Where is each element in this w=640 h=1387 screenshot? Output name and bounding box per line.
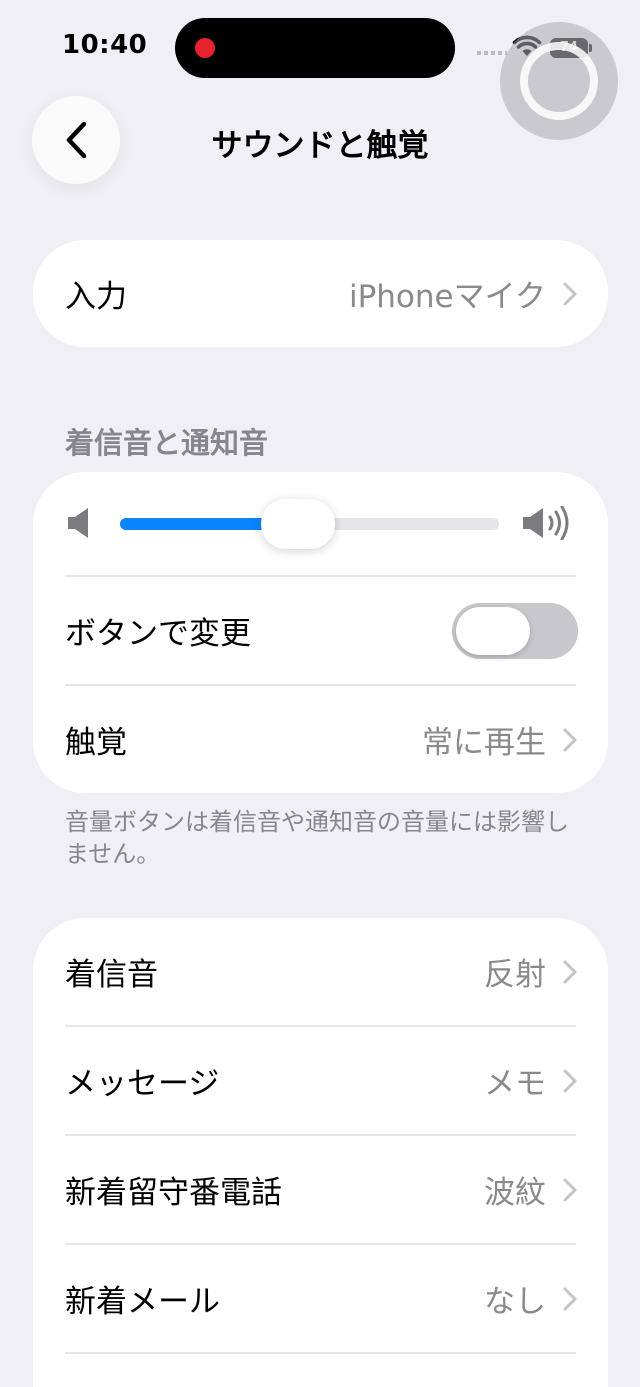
sounds-card: 着信音 反射 メッセージ メモ 新着留守番電話 波紋 新着メール なし — [33, 918, 608, 1387]
volume-slider-row — [33, 472, 608, 575]
chevron-right-icon — [563, 728, 577, 751]
change-with-buttons-toggle[interactable] — [452, 602, 578, 659]
haptics-value: 常に再生 — [422, 725, 546, 761]
status-time: 10:40 — [62, 30, 148, 60]
sound-row-new-mail[interactable]: 新着メール なし — [33, 1245, 608, 1352]
divider — [65, 1352, 576, 1354]
haptics-row[interactable]: 触覚 常に再生 — [33, 686, 608, 793]
ringer-footer-note: 音量ボタンは着信音や通知音の音量には影響しません。 — [65, 808, 569, 868]
sound-label: 新着留守番電話 — [65, 1175, 282, 1211]
chevron-right-icon — [563, 1287, 577, 1310]
dynamic-island — [175, 18, 455, 78]
sound-label: 着信音 — [65, 957, 158, 993]
speaker-high-icon — [523, 506, 569, 540]
input-value: iPhoneマイク — [348, 279, 546, 315]
recording-indicator-icon — [195, 38, 215, 58]
chevron-right-icon — [563, 1069, 577, 1092]
change-with-buttons-row: ボタンで変更 — [33, 577, 608, 684]
haptics-label: 触覚 — [65, 725, 127, 761]
sound-label: メッセージ — [65, 1066, 220, 1102]
sound-row-messages[interactable]: メッセージ メモ — [33, 1027, 608, 1134]
cellular-signal-icon — [477, 51, 507, 55]
chevron-right-icon — [563, 960, 577, 983]
sound-value: メモ — [484, 1066, 546, 1102]
chevron-right-icon — [563, 282, 577, 305]
input-card: 入力 iPhoneマイク — [33, 240, 608, 347]
section-header-ringer: 着信音と通知音 — [65, 426, 269, 460]
sound-label: 新着メール — [65, 1284, 220, 1320]
input-row[interactable]: 入力 iPhoneマイク — [33, 240, 608, 347]
speaker-low-icon — [68, 508, 88, 538]
sound-haptics-screen: 10:40 74 サウンドと触覚 入力 iPhoneマイク 着信音と通知音 — [0, 0, 640, 1387]
volume-slider-thumb[interactable] — [261, 499, 336, 549]
ringer-card: ボタンで変更 触覚 常に再生 — [33, 472, 608, 793]
sound-row-ringtone[interactable]: 着信音 反射 — [33, 918, 608, 1025]
sound-value: 波紋 — [484, 1175, 546, 1211]
sound-value: 反射 — [484, 957, 546, 993]
change-with-buttons-label: ボタンで変更 — [65, 616, 251, 652]
sound-row-voicemail[interactable]: 新着留守番電話 波紋 — [33, 1136, 608, 1243]
page-title: サウンドと触覚 — [211, 128, 429, 164]
sound-value: なし — [484, 1284, 546, 1320]
input-label: 入力 — [65, 279, 127, 315]
chevron-right-icon — [563, 1178, 577, 1201]
